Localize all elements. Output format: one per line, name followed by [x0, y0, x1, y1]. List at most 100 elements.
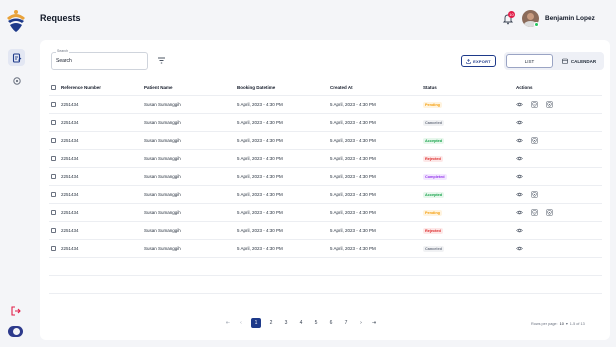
last-page-button[interactable]: ⇥: [371, 320, 377, 326]
sidebar: [0, 0, 30, 347]
booking-datetime: 5 April, 2023 - 4:30 PM: [237, 210, 283, 215]
accept-shield-icon[interactable]: [531, 101, 538, 108]
status-cell: Canceled: [423, 114, 444, 131]
sidebar-item-settings[interactable]: [8, 72, 25, 89]
table-row[interactable]: 2251434 Susan Sumanggih 5 April, 2023 - 4:…: [49, 114, 602, 132]
list-view-button[interactable]: LIST: [506, 54, 553, 68]
prev-page-button[interactable]: ‹: [238, 320, 244, 326]
status-cell: Accepted: [423, 186, 445, 203]
sidebar-item-requests[interactable]: [8, 49, 25, 66]
row-checkbox-cell: [51, 168, 57, 185]
row-checkbox[interactable]: [51, 246, 56, 251]
actions-cell: [516, 186, 538, 203]
export-icon: [466, 58, 471, 64]
view-icon[interactable]: [516, 191, 523, 198]
page-button[interactable]: 7: [341, 318, 351, 328]
reference-number: 2251434: [61, 102, 79, 107]
column-header-booking[interactable]: Booking Datetime: [237, 80, 275, 95]
select-all-checkbox[interactable]: [51, 85, 56, 90]
page-button[interactable]: 5: [311, 318, 321, 328]
patient-name: Susan Sumanggih: [144, 210, 181, 215]
status-cell: Rejected: [423, 222, 443, 239]
calendar-view-label: CALENDAR: [570, 58, 597, 64]
table-row[interactable]: 2251434 Susan Sumanggih 5 April, 2023 - 4:…: [49, 240, 602, 258]
view-icon[interactable]: [516, 137, 523, 144]
first-page-button[interactable]: ⇤: [225, 320, 231, 326]
view-icon[interactable]: [516, 173, 523, 180]
row-checkbox[interactable]: [51, 192, 56, 197]
view-icon[interactable]: [516, 227, 523, 234]
table-row[interactable]: 2251434 Susan Sumanggih 5 April, 2023 - 4:…: [49, 204, 602, 222]
column-header-created[interactable]: Created At: [330, 80, 353, 95]
status-badge: Completed: [423, 173, 447, 180]
column-header-status[interactable]: Status: [423, 80, 437, 95]
reference-number: 2251434: [61, 192, 79, 197]
empty-row: [49, 258, 602, 276]
row-checkbox-cell: [51, 132, 57, 149]
view-icon[interactable]: [516, 209, 523, 216]
calendar-view-button[interactable]: CALENDAR: [556, 54, 602, 68]
row-checkbox[interactable]: [51, 156, 56, 161]
actions-cell: [516, 240, 523, 257]
reference-number: 2251434: [61, 138, 79, 143]
table-row[interactable]: 2251434 Susan Sumanggih 5 April, 2023 - 4:…: [49, 96, 602, 114]
export-label: EXPORT: [473, 58, 491, 64]
created-at: 5 April, 2023 - 4:30 PM: [330, 210, 376, 215]
next-page-button[interactable]: ›: [358, 320, 364, 326]
table-row[interactable]: 2251434 Susan Sumanggih 5 April, 2023 - 4:…: [49, 186, 602, 204]
reject-shield-icon[interactable]: [546, 209, 553, 216]
table-row[interactable]: 2251434 Susan Sumanggih 5 April, 2023 - 4:…: [49, 222, 602, 240]
booking-datetime: 5 April, 2023 - 4:30 PM: [237, 102, 283, 107]
chevron-down-icon[interactable]: ▾: [566, 321, 568, 326]
column-header-reference[interactable]: Reference Number: [61, 80, 101, 95]
row-checkbox[interactable]: [51, 228, 56, 233]
page-button[interactable]: 4: [296, 318, 306, 328]
filter-icon[interactable]: [157, 56, 166, 65]
status-cell: Completed: [423, 168, 447, 185]
view-icon[interactable]: [516, 101, 523, 108]
search-value[interactable]: Search: [56, 58, 72, 64]
rows-per-page-select[interactable]: 10: [560, 322, 564, 326]
status-cell: Pending: [423, 96, 442, 113]
patient-name: Susan Sumanggih: [144, 156, 181, 161]
reject-shield-icon[interactable]: [546, 101, 553, 108]
status-badge: Accepted: [423, 137, 445, 144]
row-checkbox[interactable]: [51, 174, 56, 179]
cancel-shield-icon[interactable]: [531, 137, 538, 144]
search-label: Search: [56, 49, 70, 53]
row-checkbox[interactable]: [51, 120, 56, 125]
page-button[interactable]: 2: [266, 318, 276, 328]
export-button[interactable]: EXPORT: [461, 55, 496, 67]
page-button[interactable]: 6: [326, 318, 336, 328]
gear-icon: [12, 76, 21, 85]
page-button[interactable]: 1: [251, 318, 261, 328]
view-icon[interactable]: [516, 245, 523, 252]
cancel-shield-icon[interactable]: [531, 191, 538, 198]
table-row[interactable]: 2251434 Susan Sumanggih 5 April, 2023 - 4:…: [49, 150, 602, 168]
booking-datetime: 5 April, 2023 - 4:30 PM: [237, 174, 283, 179]
view-icon[interactable]: [516, 119, 523, 126]
row-checkbox[interactable]: [51, 138, 56, 143]
empty-row: [49, 276, 602, 294]
table-row[interactable]: 2251434 Susan Sumanggih 5 April, 2023 - 4:…: [49, 168, 602, 186]
status-badge: Canceled: [423, 119, 444, 126]
patient-name: Susan Sumanggih: [144, 228, 181, 233]
user-name[interactable]: Benjamin Lopez: [545, 15, 595, 22]
row-checkbox[interactable]: [51, 102, 56, 107]
reference-number: 2251434: [61, 120, 79, 125]
row-checkbox[interactable]: [51, 210, 56, 215]
calendar-icon: [562, 58, 568, 64]
booking-datetime: 5 April, 2023 - 4:30 PM: [237, 246, 283, 251]
reference-number: 2251434: [61, 156, 79, 161]
column-header-patient[interactable]: Patient Name: [144, 80, 173, 95]
search-input[interactable]: Search Search: [51, 49, 148, 70]
page-button[interactable]: 3: [281, 318, 291, 328]
created-at: 5 April, 2023 - 4:30 PM: [330, 138, 376, 143]
accept-shield-icon[interactable]: [531, 209, 538, 216]
booking-datetime: 5 April, 2023 - 4:30 PM: [237, 156, 283, 161]
view-icon[interactable]: [516, 155, 523, 162]
theme-toggle[interactable]: [8, 326, 23, 337]
table-row[interactable]: 2251434 Susan Sumanggih 5 April, 2023 - 4:…: [49, 132, 602, 150]
status-badge: Rejected: [423, 227, 443, 234]
logout-icon[interactable]: [10, 305, 22, 317]
